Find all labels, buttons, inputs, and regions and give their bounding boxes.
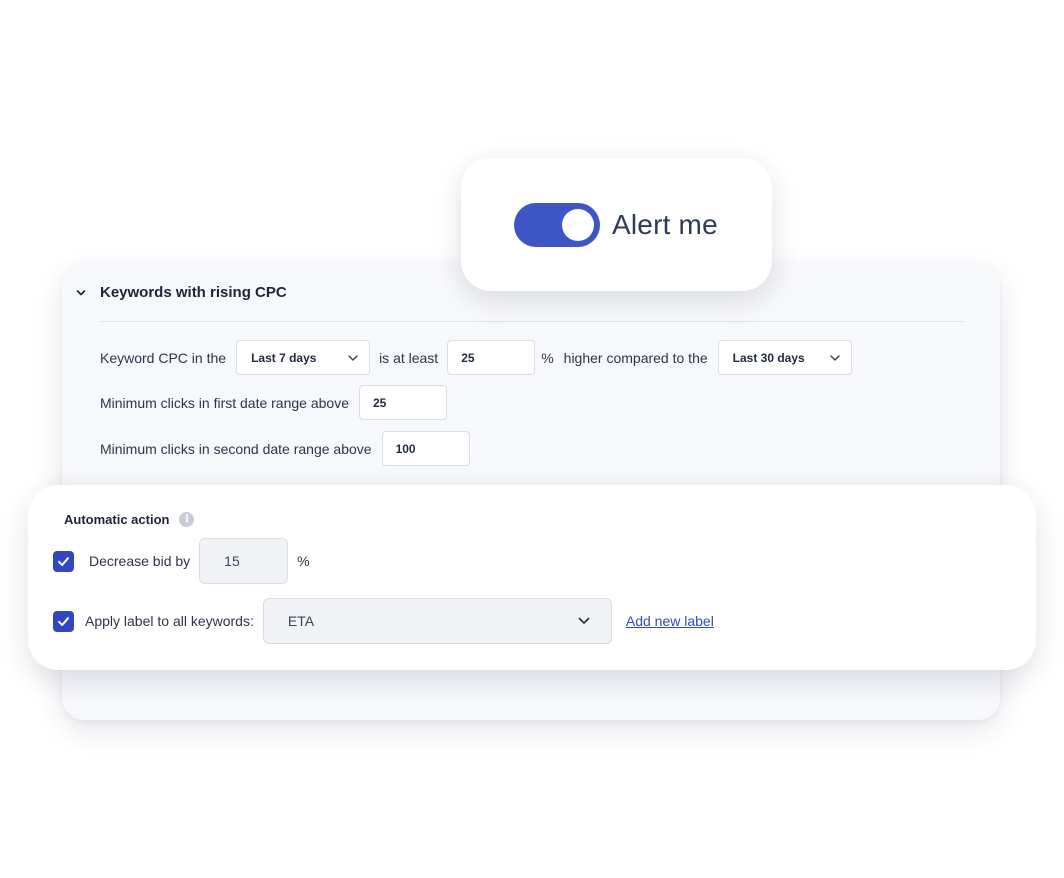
chevron-down-icon — [829, 354, 840, 361]
alert-card: Alert me — [461, 158, 772, 291]
cpc-middle-label: is at least — [379, 349, 439, 366]
min-clicks-first-input[interactable]: 25 — [359, 385, 447, 420]
percent-input[interactable]: 25 — [447, 340, 536, 375]
label-select-value: ETA — [287, 613, 315, 629]
automatic-action-card: Automatic action i Decrease bid by 15 % … — [28, 485, 1036, 670]
label-select[interactable]: ETA — [262, 598, 612, 644]
cpc-prefix-label: Keyword CPC in the — [100, 349, 227, 366]
chevron-down-icon[interactable] — [76, 288, 86, 298]
period2-value: Last 30 days — [732, 350, 805, 365]
rule-title: Keywords with rising CPC — [100, 284, 287, 301]
apply-label-text: Apply label to all keywords: — [85, 613, 254, 629]
alert-toggle[interactable] — [514, 202, 600, 247]
automatic-action-title: Automatic action i — [64, 512, 195, 527]
min-clicks-second-row: Minimum clicks in second date range abov… — [100, 431, 470, 466]
period2-select[interactable]: Last 30 days — [717, 340, 852, 375]
min-clicks-second-input[interactable]: 100 — [381, 431, 470, 466]
add-new-label-link[interactable]: Add new label — [626, 613, 714, 629]
period1-select[interactable]: Last 7 days — [236, 340, 371, 375]
min-clicks-first-row: Minimum clicks in first date range above… — [100, 385, 447, 420]
min-clicks-second-label: Minimum clicks in second date range abov… — [100, 440, 372, 457]
decrease-bid-unit: % — [297, 553, 310, 569]
cpc-suffix-label: higher compared to the — [563, 349, 708, 366]
decrease-bid-row: Decrease bid by 15 % — [53, 538, 310, 584]
cpc-condition-row: Keyword CPC in the Last 7 days is at lea… — [100, 340, 852, 375]
decrease-bid-checkbox[interactable] — [53, 550, 74, 572]
automatic-action-label: Automatic action — [64, 512, 170, 527]
decrease-bid-input[interactable]: 15 — [199, 538, 289, 584]
chevron-down-icon — [578, 617, 590, 624]
percent-sign: % — [541, 349, 554, 366]
decrease-bid-label: Decrease bid by — [89, 553, 191, 569]
divider — [100, 321, 964, 322]
info-icon[interactable]: i — [179, 512, 195, 527]
apply-label-checkbox[interactable] — [53, 610, 74, 632]
rule-header[interactable]: Keywords with rising CPC — [76, 284, 287, 301]
period1-value: Last 7 days — [251, 350, 317, 365]
checkmark-icon — [58, 556, 69, 566]
chevron-down-icon — [348, 354, 358, 361]
min-clicks-first-label: Minimum clicks in first date range above — [100, 394, 349, 411]
apply-label-row: Apply label to all keywords: ETA Add new… — [53, 598, 714, 644]
checkmark-icon — [58, 616, 69, 626]
toggle-knob — [562, 208, 594, 241]
alert-label: Alert me — [612, 208, 718, 240]
